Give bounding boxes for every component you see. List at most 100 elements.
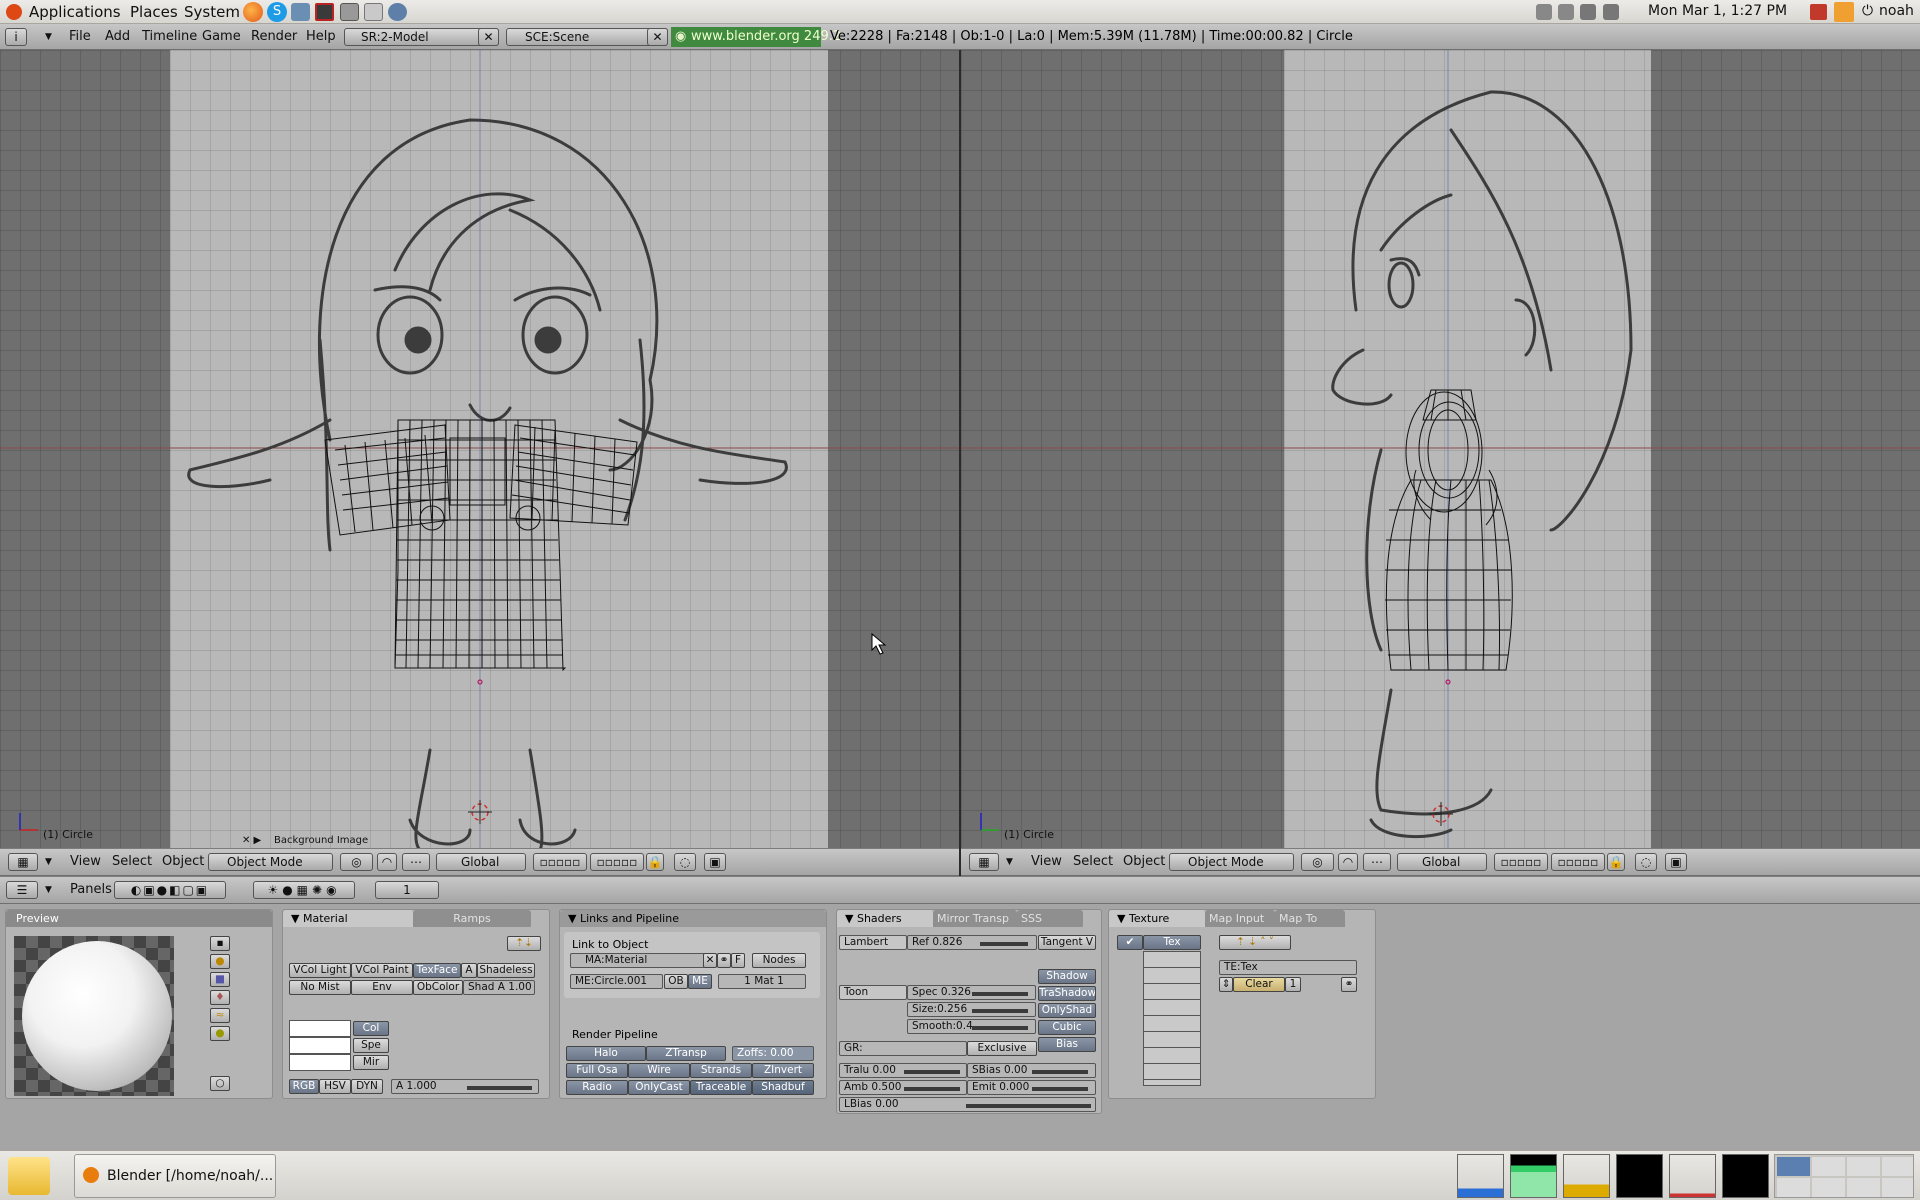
snap-icon[interactable]: ◌ bbox=[1635, 853, 1657, 871]
texture-name-field[interactable]: TE:Tex bbox=[1219, 960, 1357, 975]
cubic-button[interactable]: Cubic bbox=[1038, 1020, 1096, 1035]
update-icon[interactable] bbox=[1558, 4, 1574, 20]
system-menu[interactable]: System bbox=[184, 3, 240, 21]
tralu-slider[interactable]: Tralu 0.00 bbox=[839, 1063, 967, 1078]
preview-cube-icon[interactable]: ■ bbox=[210, 972, 230, 987]
dyn-button[interactable]: DYN bbox=[351, 1079, 383, 1094]
lock-icon[interactable]: 🔒 bbox=[646, 853, 664, 871]
spe-button[interactable]: Spe bbox=[353, 1038, 389, 1053]
preview-refresh-icon[interactable]: ○ bbox=[210, 1076, 230, 1091]
diffuse-shader-select[interactable]: Lambert bbox=[839, 935, 907, 950]
preview-hair-icon[interactable]: ≈ bbox=[210, 1008, 230, 1023]
tab-sss[interactable]: SSS bbox=[1017, 910, 1083, 927]
shadbuf-button[interactable]: Shadbuf bbox=[752, 1080, 814, 1095]
tab-material[interactable]: ▼ Material bbox=[283, 910, 413, 927]
texture-slot-1[interactable]: Tex bbox=[1143, 935, 1201, 950]
texface-alpha-button[interactable]: A bbox=[461, 963, 477, 978]
view-menu[interactable]: View bbox=[70, 854, 101, 869]
workspace-8[interactable] bbox=[1882, 1178, 1913, 1197]
workspace-1[interactable] bbox=[1777, 1157, 1810, 1176]
links-pipeline-title[interactable]: ▼ Links and Pipeline bbox=[560, 910, 826, 927]
show-desktop-icon[interactable] bbox=[8, 1157, 50, 1195]
material-name-field[interactable]: MA:Material bbox=[570, 953, 705, 968]
texture-users-count[interactable]: 1 bbox=[1285, 977, 1301, 992]
layers-row-1[interactable]: ▫▫▫▫▫ bbox=[1494, 853, 1548, 871]
specular-color-swatch[interactable] bbox=[289, 1037, 351, 1054]
col-button[interactable]: Col bbox=[353, 1021, 389, 1036]
view3d-window-type-icon[interactable]: ▦ bbox=[969, 853, 999, 871]
shadeless-button[interactable]: Shadeless bbox=[477, 963, 535, 978]
full-osa-button[interactable]: Full Osa bbox=[566, 1063, 628, 1078]
workspace-4[interactable] bbox=[1882, 1157, 1913, 1176]
layers-row-2[interactable]: ▫▫▫▫▫ bbox=[1551, 853, 1605, 871]
texface-button[interactable]: TexFace bbox=[413, 963, 461, 978]
tab-map-input[interactable]: Map Input bbox=[1205, 910, 1275, 927]
object-menu[interactable]: Object bbox=[162, 854, 204, 869]
onlycast-button[interactable]: OnlyCast bbox=[628, 1080, 690, 1095]
subcontext-material-buttons[interactable]: ☀●▦✺◉ bbox=[253, 881, 355, 899]
render-preview-icon[interactable]: ▣ bbox=[1665, 853, 1687, 871]
workspace-switcher[interactable] bbox=[1774, 1154, 1914, 1198]
tray-icon[interactable] bbox=[1536, 4, 1552, 20]
view-menu[interactable]: View bbox=[1031, 854, 1062, 869]
shadow-alpha-field[interactable]: Shad A 1.00 bbox=[463, 980, 535, 995]
rgb-button[interactable]: RGB bbox=[289, 1079, 319, 1094]
pivot-icon[interactable]: ◠ bbox=[377, 853, 397, 871]
add-menu[interactable]: Add bbox=[105, 29, 130, 44]
alpha-slider[interactable]: A 1.000 bbox=[391, 1079, 539, 1094]
no-mist-button[interactable]: No Mist bbox=[289, 980, 351, 995]
workspace-2[interactable] bbox=[1812, 1157, 1845, 1176]
mesh-name-field[interactable]: ME:Circle.001 bbox=[570, 974, 663, 989]
texture-slot-list[interactable] bbox=[1143, 951, 1201, 1086]
network-signal-icon[interactable] bbox=[1603, 4, 1619, 20]
size-slider[interactable]: Size:0.256 bbox=[907, 1002, 1036, 1017]
screenshot-launcher-icon[interactable] bbox=[340, 3, 359, 21]
file-menu[interactable]: File bbox=[69, 29, 91, 44]
clock[interactable]: Mon Mar 1, 1:27 PM bbox=[1648, 3, 1787, 19]
workspace-6[interactable] bbox=[1812, 1178, 1845, 1197]
select-menu[interactable]: Select bbox=[112, 854, 152, 869]
strands-button[interactable]: Strands bbox=[690, 1063, 752, 1078]
traceable-button[interactable]: Traceable bbox=[690, 1080, 752, 1095]
scene-selector[interactable]: SCE:Scene bbox=[506, 28, 668, 46]
object-menu[interactable]: Object bbox=[1123, 854, 1165, 869]
material-copy-paste-icon[interactable]: ⇡⇣ bbox=[507, 936, 541, 951]
orientation-selector[interactable]: Global bbox=[436, 853, 526, 871]
workspace-3[interactable] bbox=[1847, 1157, 1880, 1176]
select-menu[interactable]: Select bbox=[1073, 854, 1113, 869]
shadow-button[interactable]: Shadow bbox=[1038, 969, 1096, 984]
notes-icon[interactable] bbox=[1834, 2, 1854, 22]
material-index-field[interactable]: 1 Mat 1 bbox=[718, 974, 806, 989]
power-icon[interactable]: ⏻ bbox=[1862, 3, 1873, 19]
render-preview-icon[interactable]: ▣ bbox=[704, 853, 726, 871]
texture-browse-icon[interactable]: ⇕ bbox=[1219, 977, 1233, 992]
tab-ramps[interactable]: Ramps bbox=[413, 910, 531, 927]
link-me-button[interactable]: ME bbox=[688, 974, 712, 989]
workspace-7[interactable] bbox=[1847, 1178, 1880, 1197]
widget-toggle-icon[interactable]: ⋯ bbox=[402, 853, 430, 871]
viewport-side[interactable]: (1) Circle bbox=[961, 50, 1920, 848]
game-menu[interactable]: Game bbox=[202, 29, 241, 44]
amb-slider[interactable]: Amb 0.500 bbox=[839, 1080, 967, 1095]
viewport-divider[interactable] bbox=[959, 50, 961, 876]
preview-sphere-icon[interactable]: ● bbox=[210, 954, 230, 969]
vcol-paint-button[interactable]: VCol Paint bbox=[351, 963, 413, 978]
screen-selector[interactable]: SR:2-Model bbox=[344, 28, 499, 46]
mode-selector[interactable]: Object Mode bbox=[1169, 853, 1294, 871]
material-unlink-icon[interactable]: ✕ bbox=[703, 953, 717, 968]
smooth-slider[interactable]: Smooth:0.4 bbox=[907, 1019, 1036, 1034]
ref-slider[interactable]: Ref 0.826 bbox=[907, 935, 1037, 950]
skype-launcher-icon[interactable]: S bbox=[267, 2, 287, 22]
panels-menu[interactable]: Panels bbox=[70, 882, 112, 897]
help-menu[interactable]: Help bbox=[306, 29, 336, 44]
orientation-selector[interactable]: Global bbox=[1397, 853, 1487, 871]
texture-enabled-checkbox[interactable]: ✔ bbox=[1117, 935, 1143, 950]
texture-fake-user-icon[interactable]: ⚭ bbox=[1341, 977, 1357, 992]
tangent-v-button[interactable]: Tangent V bbox=[1038, 935, 1096, 950]
context-logic-buttons[interactable]: ◐▣●◧▢▣ bbox=[114, 881, 226, 899]
widget-toggle-icon[interactable]: ⋯ bbox=[1363, 853, 1391, 871]
taskbar-blender-window[interactable]: Blender [/home/noah/... bbox=[74, 1154, 276, 1198]
editor-launcher-icon[interactable] bbox=[364, 3, 383, 21]
vcol-light-button[interactable]: VCol Light bbox=[289, 963, 351, 978]
specular-shader-select[interactable]: Toon bbox=[839, 985, 907, 1000]
